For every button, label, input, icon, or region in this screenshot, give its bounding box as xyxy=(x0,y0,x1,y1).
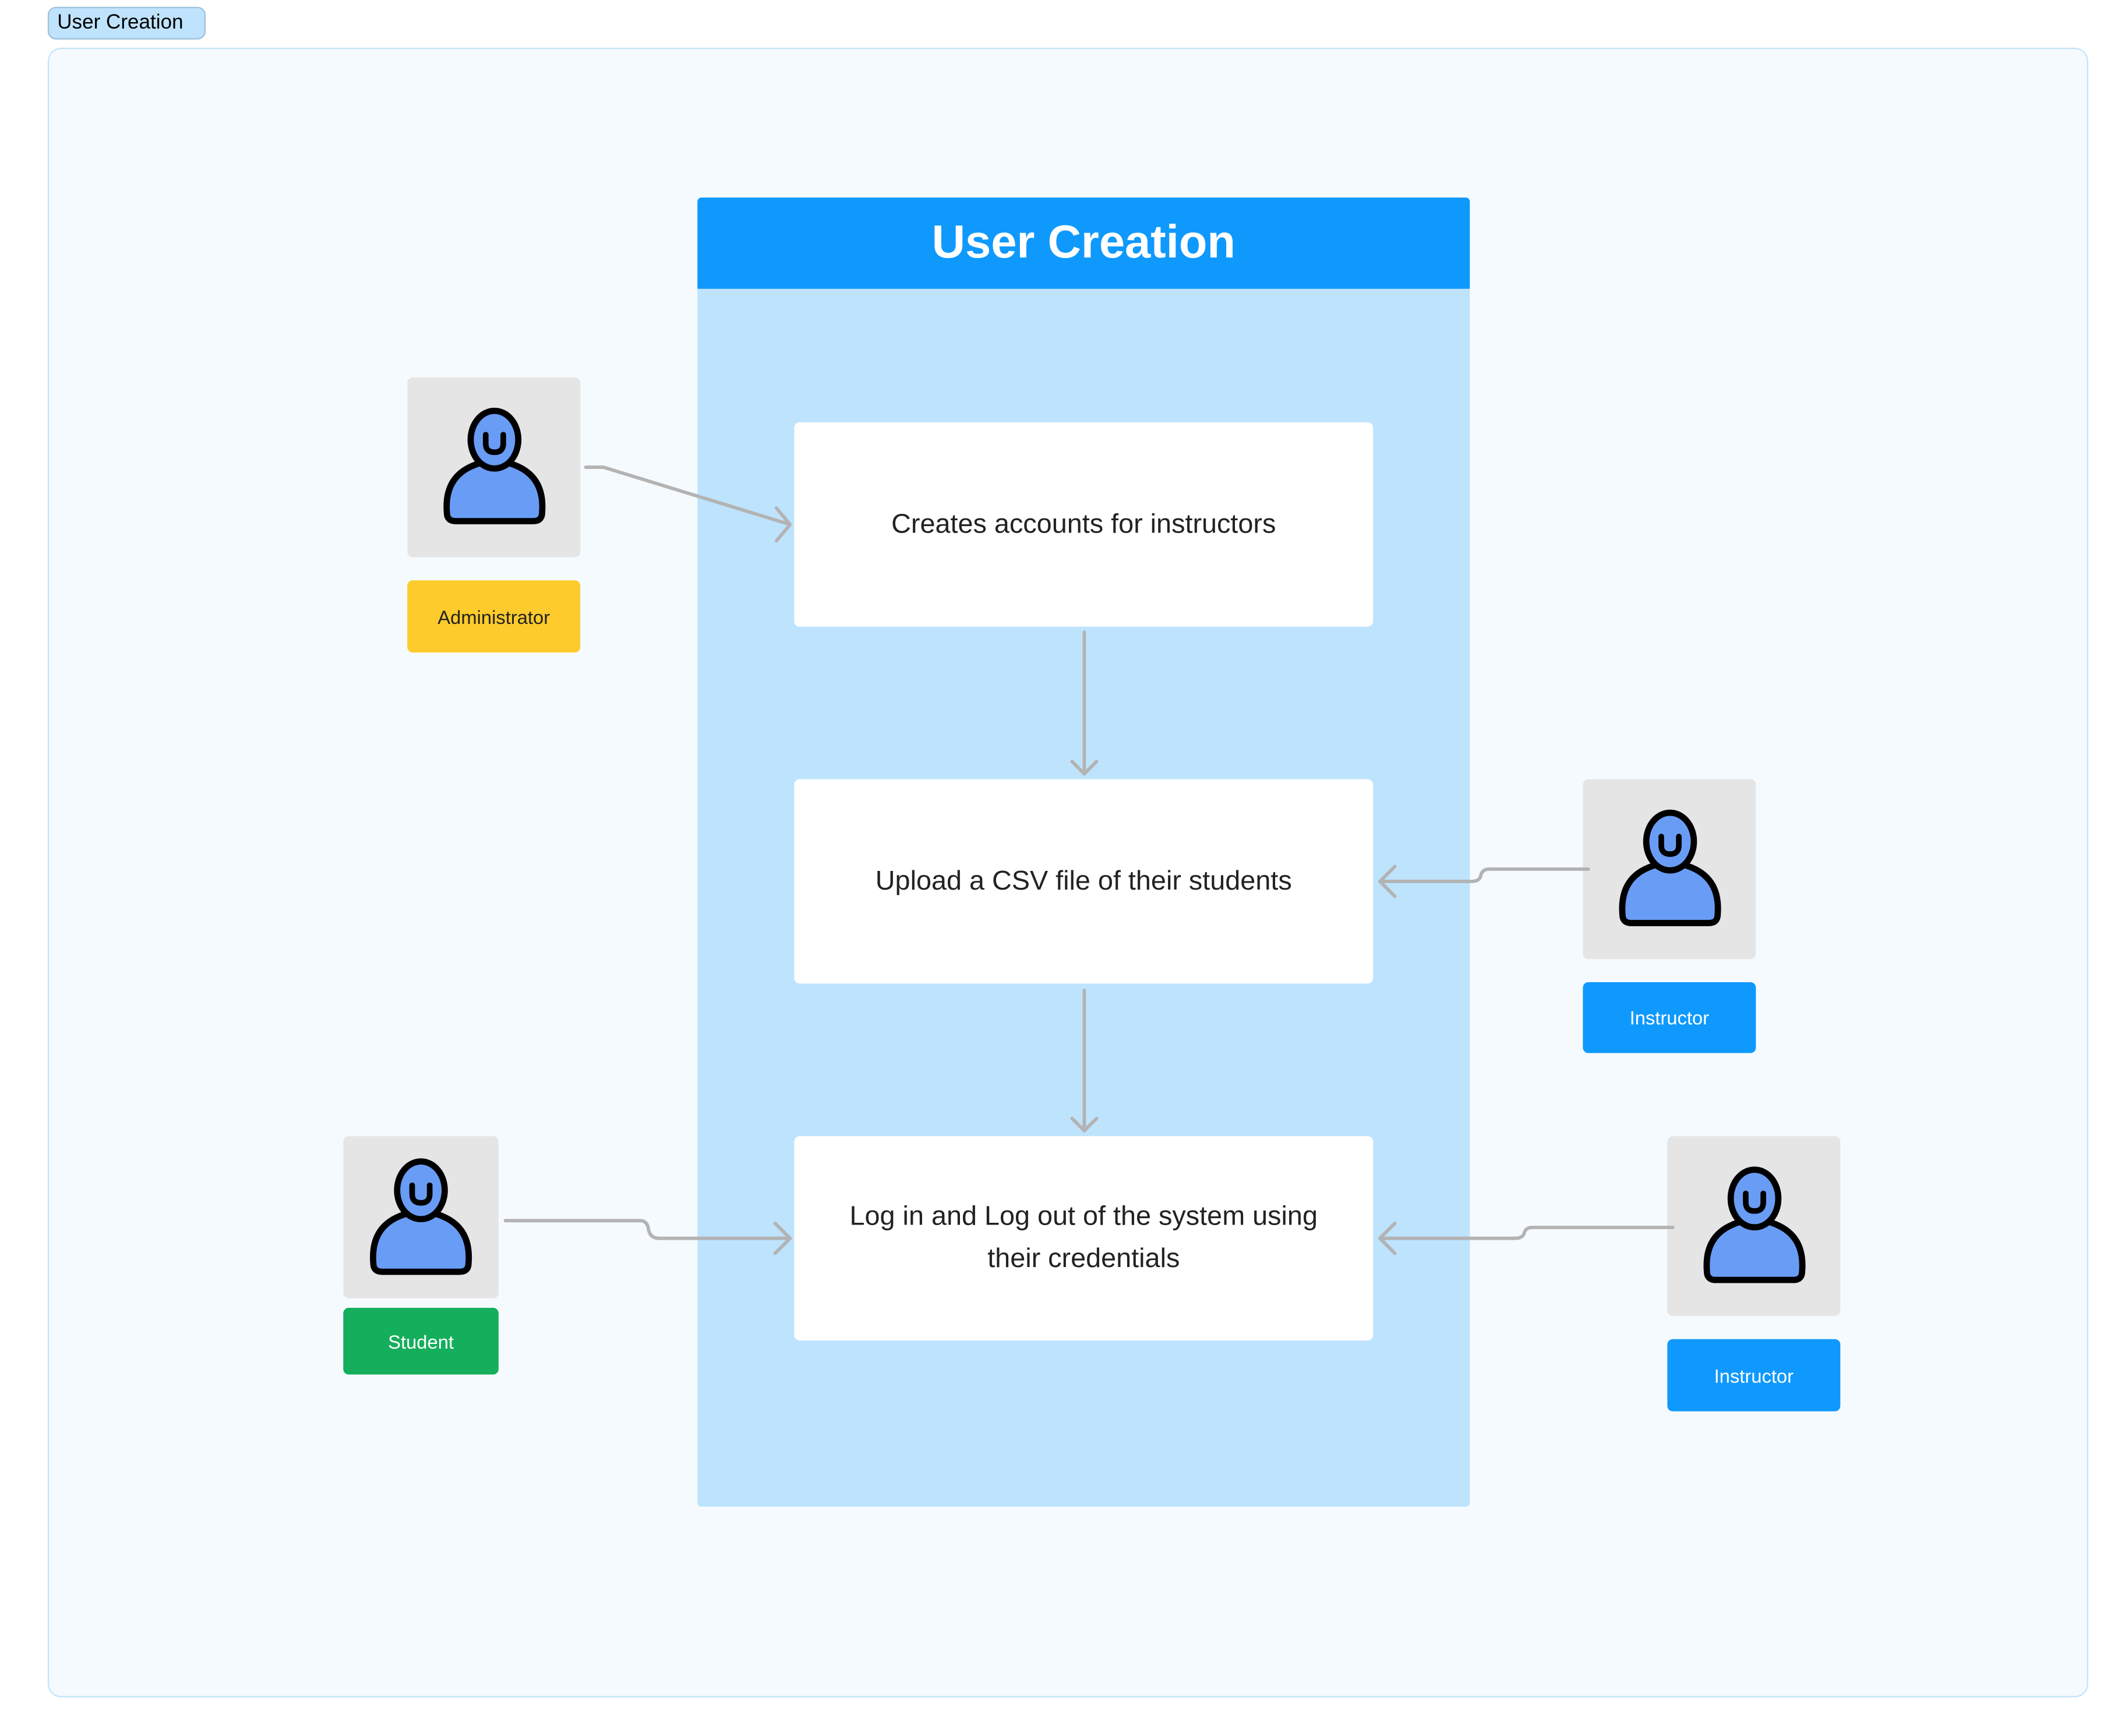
arrow-admin-to-create[interactable] xyxy=(584,465,792,543)
connectors xyxy=(503,465,1675,1255)
arrow-upload-to-login[interactable] xyxy=(1070,989,1099,1132)
arrow-instructor2-to-login[interactable] xyxy=(1378,1222,1675,1255)
arrow-create-to-upload[interactable] xyxy=(1070,630,1099,776)
arrow-instructor-to-upload[interactable] xyxy=(1378,865,1590,898)
arrow-student-to-login[interactable] xyxy=(503,1219,792,1255)
